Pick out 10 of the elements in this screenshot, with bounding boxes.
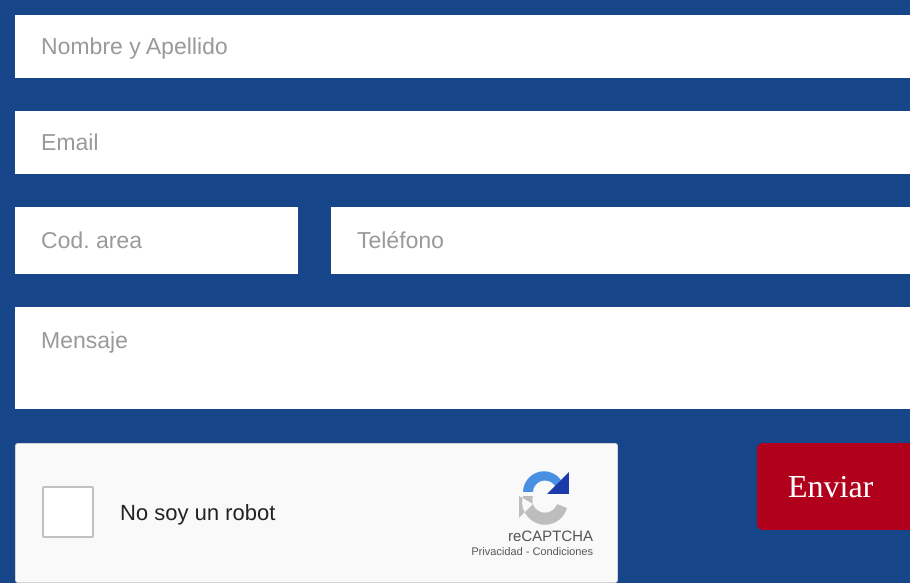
message-field[interactable]: Mensaje xyxy=(15,307,910,409)
text-field[interactable]: Email xyxy=(15,111,910,174)
text-field[interactable]: Nombre y Apellido xyxy=(15,15,910,78)
privacy-terms-links[interactable]: Privacidad - Condiciones xyxy=(471,546,593,558)
area-code-field[interactable]: Cod. area xyxy=(15,207,298,274)
phone-field[interactable]: Teléfono xyxy=(331,207,910,274)
captcha-label: No soy un robot xyxy=(120,500,276,526)
captcha-checkbox[interactable] xyxy=(42,486,94,538)
recaptcha-brand: reCAPTCHA xyxy=(508,528,593,545)
send-button[interactable]: Enviar xyxy=(757,443,910,530)
